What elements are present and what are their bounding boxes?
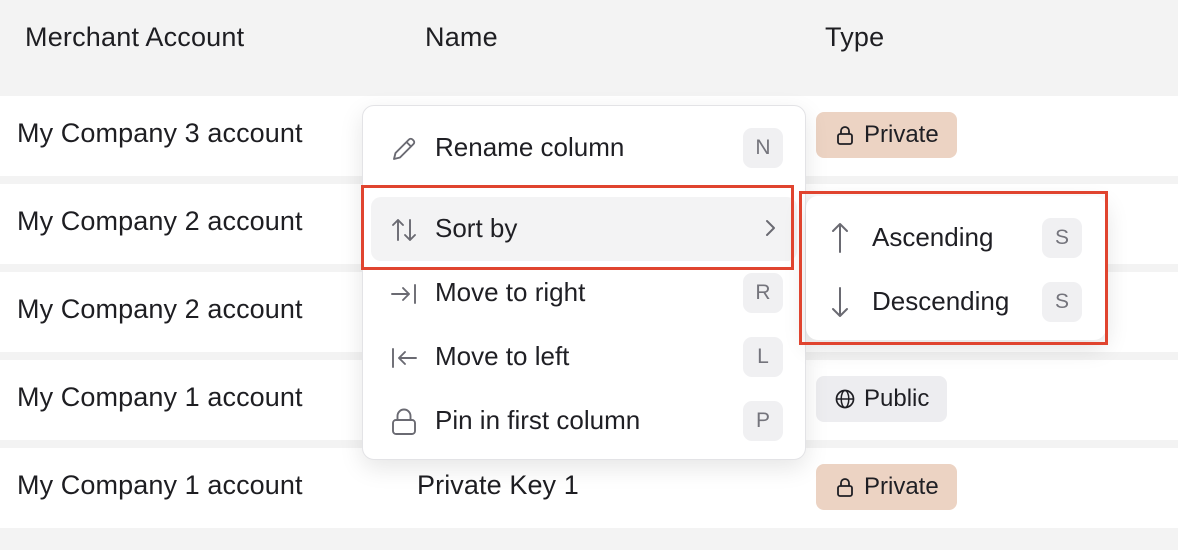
- merchant-account-cell: My Company 3 account: [17, 118, 303, 148]
- shortcut-key: S: [1042, 282, 1082, 322]
- name-cell: Private Key 1: [417, 470, 579, 500]
- submenu-item-descending[interactable]: Descending S: [806, 270, 1106, 334]
- lock-icon: [389, 407, 419, 437]
- chevron-right-icon: [759, 217, 781, 239]
- menu-item-label: Rename column: [435, 132, 625, 162]
- table-row[interactable]: My Company 1 account Private Key 1 Priva…: [0, 448, 1178, 528]
- sort-arrows-icon: [389, 215, 419, 245]
- arrow-to-left-icon: [389, 343, 419, 373]
- menu-item-label: Move to left: [435, 341, 570, 371]
- column-context-menu: Rename column N Sort by Move to right R …: [362, 105, 806, 460]
- column-header-merchant-account[interactable]: Merchant Account: [25, 22, 244, 53]
- lock-icon: [834, 124, 856, 146]
- merchant-account-cell: My Company 2 account: [17, 206, 303, 236]
- pencil-icon: [389, 134, 419, 164]
- menu-item-label: Move to right: [435, 277, 586, 307]
- type-badge-label: Public: [864, 385, 930, 412]
- menu-item-sort-by[interactable]: Sort by: [371, 197, 797, 261]
- type-badge-label: Private: [864, 473, 939, 500]
- type-badge-private: Private: [816, 464, 957, 510]
- lock-icon: [834, 476, 856, 498]
- sort-submenu: Ascending S Descending S: [806, 196, 1106, 340]
- arrow-up-icon: [828, 220, 852, 256]
- menu-item-rename-column[interactable]: Rename column N: [371, 116, 797, 180]
- submenu-item-label: Ascending: [872, 222, 994, 252]
- shortcut-key: P: [743, 401, 783, 441]
- globe-icon: [834, 388, 856, 410]
- column-header-type[interactable]: Type: [825, 22, 884, 53]
- merchant-account-cell: My Company 2 account: [17, 294, 303, 324]
- menu-item-label: Pin in first column: [435, 405, 641, 435]
- menu-item-label: Sort by: [435, 213, 518, 243]
- shortcut-key: L: [743, 337, 783, 377]
- menu-item-pin-in-first-column[interactable]: Pin in first column P: [371, 389, 797, 453]
- type-badge-private: Private: [816, 112, 957, 158]
- column-header-name[interactable]: Name: [425, 22, 498, 53]
- shortcut-key: R: [743, 273, 783, 313]
- type-badge-public: Public: [816, 376, 948, 422]
- shortcut-key: N: [743, 128, 783, 168]
- table-header: Merchant Account Name Type: [0, 0, 1178, 88]
- shortcut-key: S: [1042, 218, 1082, 258]
- merchant-account-cell: My Company 1 account: [17, 470, 303, 500]
- type-badge-label: Private: [864, 121, 939, 148]
- merchant-account-cell: My Company 1 account: [17, 382, 303, 412]
- menu-item-move-to-right[interactable]: Move to right R: [371, 261, 797, 325]
- arrow-down-icon: [828, 284, 852, 320]
- arrow-to-right-icon: [389, 279, 419, 309]
- submenu-item-label: Descending: [872, 286, 1010, 316]
- menu-item-move-to-left[interactable]: Move to left L: [371, 325, 797, 389]
- submenu-item-ascending[interactable]: Ascending S: [806, 206, 1106, 270]
